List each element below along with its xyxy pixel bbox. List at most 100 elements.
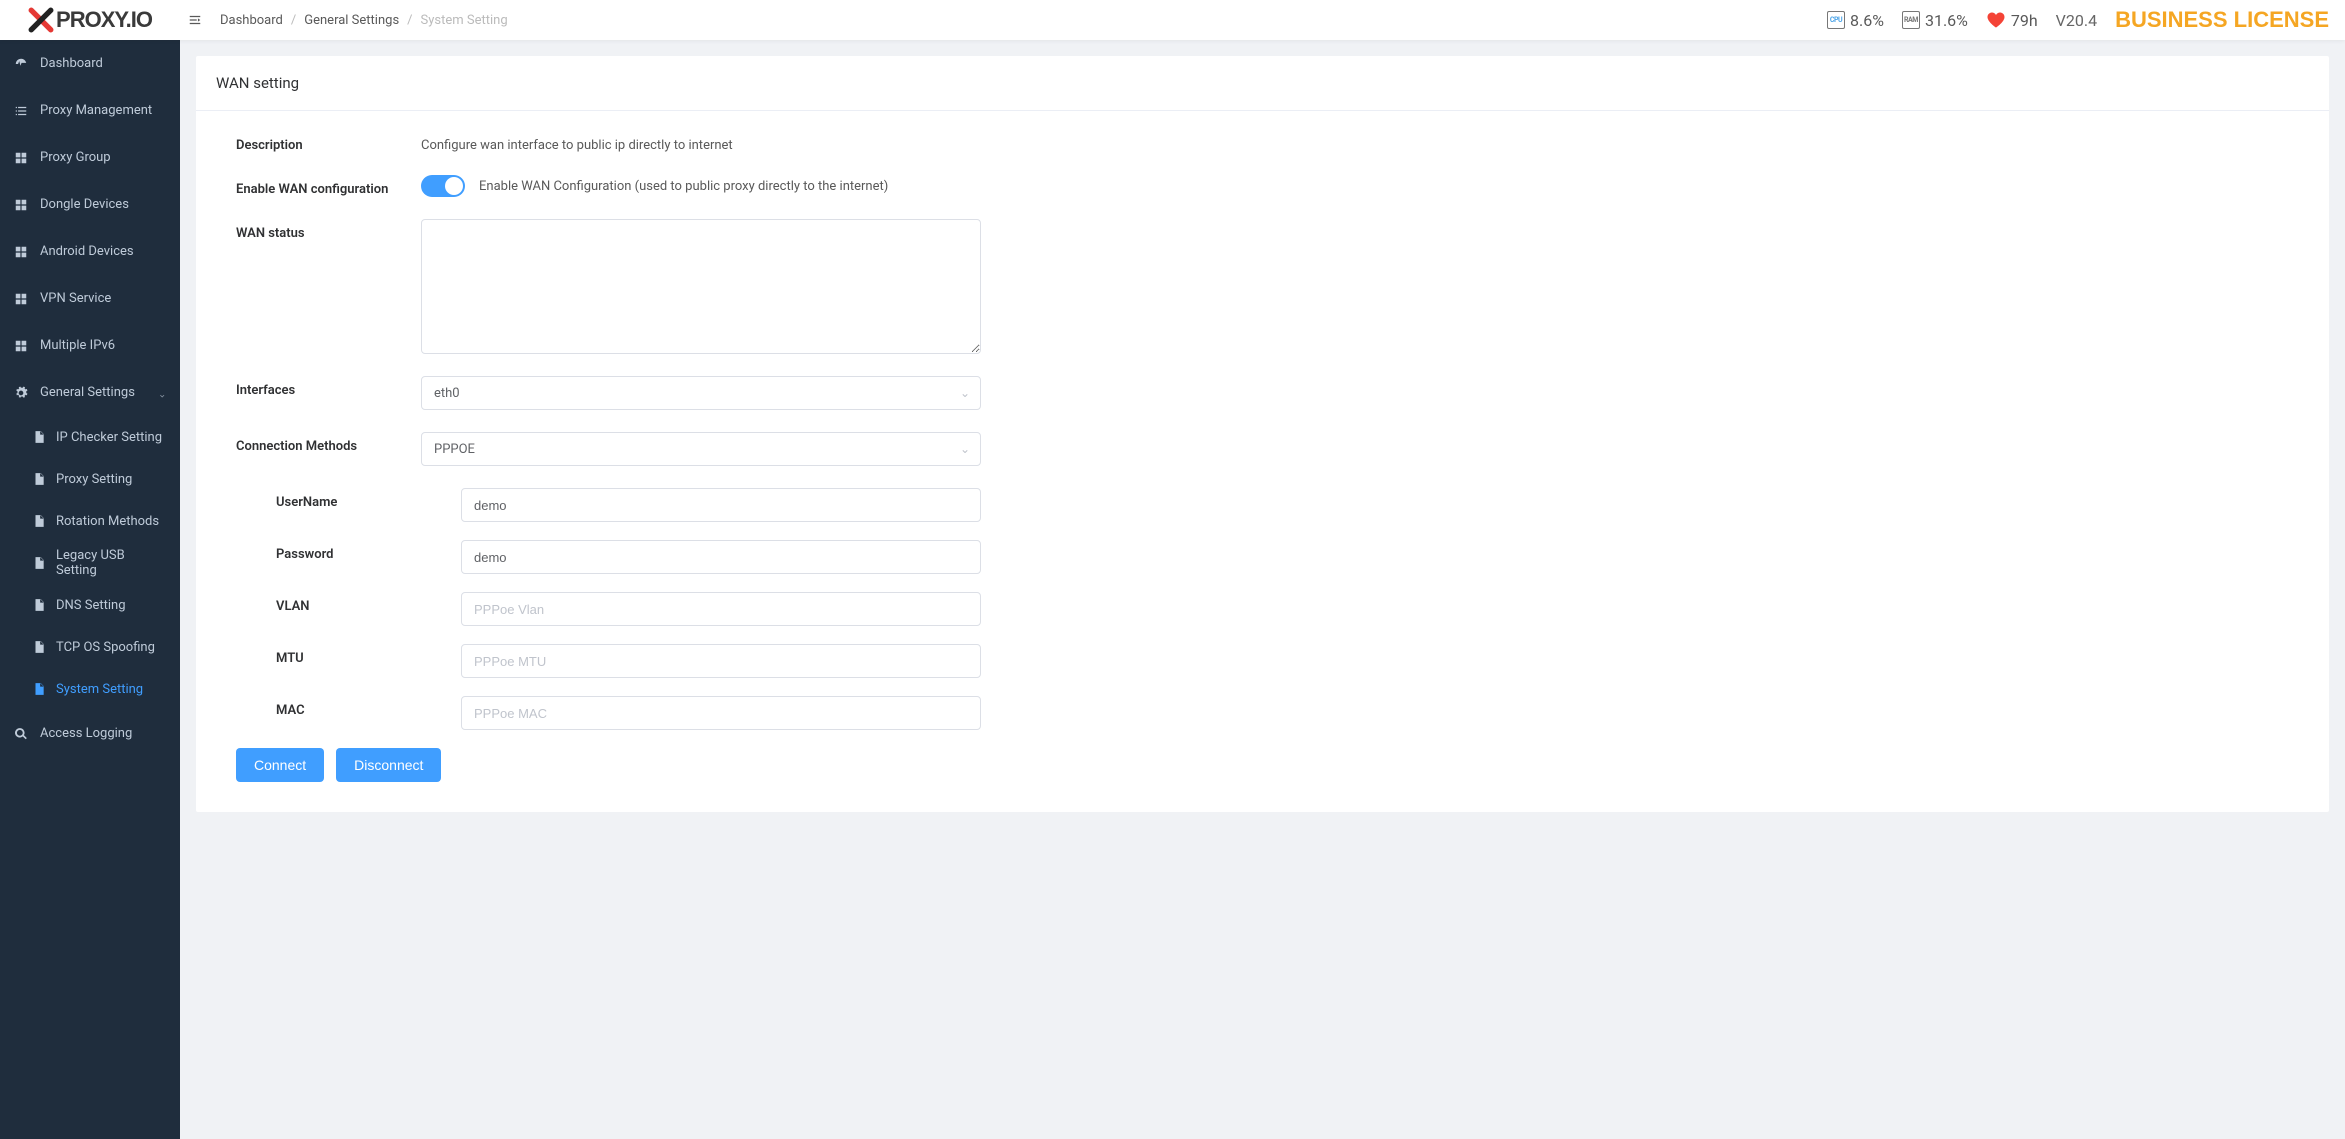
connection-method-value: PPPOE: [434, 442, 475, 457]
breadcrumb-sep: /: [407, 13, 412, 28]
file-icon: [32, 514, 46, 528]
label-password: Password: [236, 540, 421, 562]
interfaces-select[interactable]: eth0 ⌄: [421, 376, 981, 410]
file-icon: [32, 640, 46, 654]
license-badge: BUSINESS LICENSE: [2115, 7, 2329, 33]
sidebar-sub-label: DNS Setting: [56, 598, 126, 613]
chevron-down-icon: ⌄: [960, 386, 970, 400]
cpu-icon: CPU: [1827, 11, 1845, 29]
sidebar-sub-tcp-os[interactable]: TCP OS Spoofing: [0, 626, 180, 668]
password-field-wrap: [461, 540, 981, 574]
sidebar-item-access-logging[interactable]: Access Logging: [0, 710, 180, 757]
gear-icon: [14, 386, 28, 400]
sidebar-collapse-button[interactable]: [180, 0, 210, 40]
breadcrumb: Dashboard / General Settings / System Se…: [220, 13, 508, 28]
sidebar-item-proxy-group[interactable]: Proxy Group: [0, 134, 180, 181]
grid-icon: [14, 245, 28, 259]
grid-icon: [14, 198, 28, 212]
file-icon: [32, 472, 46, 486]
sidebar-sub-label: Rotation Methods: [56, 514, 159, 529]
ram-stat: RAM 31.6%: [1902, 11, 1968, 30]
hamburger-icon: [188, 13, 202, 27]
header: PROXY.IO Dashboard / General Settings / …: [0, 0, 2345, 40]
mac-input[interactable]: [474, 697, 968, 729]
breadcrumb-item-2: System Setting: [421, 13, 508, 28]
grid-icon: [14, 292, 28, 306]
sidebar-sub-label: Legacy USB Setting: [56, 548, 166, 578]
sidebar-item-general-settings[interactable]: General Settings ⌃: [0, 369, 180, 416]
sidebar: Dashboard Proxy Management Proxy Group D…: [0, 40, 180, 1139]
chevron-up-icon: ⌃: [158, 387, 166, 398]
sidebar-item-dashboard[interactable]: Dashboard: [0, 40, 180, 87]
logo-text: PROXY.IO: [56, 7, 152, 33]
vlan-field-wrap: [461, 592, 981, 626]
label-enable-wan: Enable WAN configuration: [236, 175, 421, 197]
sidebar-sub-label: System Setting: [56, 682, 143, 697]
sidebar-item-label: Multiple IPv6: [40, 338, 115, 353]
breadcrumb-sep: /: [291, 13, 296, 28]
sidebar-item-label: General Settings: [40, 385, 135, 400]
sidebar-sub-ip-checker[interactable]: IP Checker Setting: [0, 416, 180, 458]
sidebar-item-dongle-devices[interactable]: Dongle Devices: [0, 181, 180, 228]
sidebar-item-label: Proxy Group: [40, 150, 111, 165]
mtu-input[interactable]: [474, 645, 968, 677]
connect-button[interactable]: Connect: [236, 748, 324, 782]
enable-wan-text: Enable WAN Configuration (used to public…: [479, 179, 888, 194]
label-vlan: VLAN: [236, 592, 421, 614]
label-mac: MAC: [236, 696, 421, 718]
uptime-value: 79h: [2011, 11, 2038, 30]
label-interfaces: Interfaces: [236, 376, 421, 398]
username-field-wrap: [461, 488, 981, 522]
cpu-value: 8.6%: [1850, 11, 1884, 30]
connection-method-select[interactable]: PPPOE ⌄: [421, 432, 981, 466]
sidebar-sub-label: Proxy Setting: [56, 472, 132, 487]
label-connection-method: Connection Methods: [236, 432, 421, 454]
wan-status-textarea[interactable]: [421, 219, 981, 354]
file-icon: [32, 556, 46, 570]
logo-x-icon: [28, 7, 54, 33]
sidebar-sub-label: TCP OS Spoofing: [56, 640, 155, 655]
breadcrumb-item-0[interactable]: Dashboard: [220, 13, 283, 28]
file-icon: [32, 430, 46, 444]
username-input[interactable]: [474, 489, 968, 521]
chevron-down-icon: ⌄: [960, 442, 970, 456]
label-mtu: MTU: [236, 644, 421, 666]
sidebar-sub-legacy-usb[interactable]: Legacy USB Setting: [0, 542, 180, 584]
sidebar-item-label: Proxy Management: [40, 103, 152, 118]
ram-value: 31.6%: [1925, 11, 1968, 30]
sidebar-item-label: Dongle Devices: [40, 197, 129, 212]
interfaces-value: eth0: [434, 386, 460, 401]
vlan-input[interactable]: [474, 593, 968, 625]
label-wan-status: WAN status: [236, 219, 421, 241]
mtu-field-wrap: [461, 644, 981, 678]
uptime-stat: 79h: [1986, 10, 2038, 30]
file-icon: [32, 682, 46, 696]
sidebar-sub-rotation[interactable]: Rotation Methods: [0, 500, 180, 542]
list-icon: [14, 104, 28, 118]
breadcrumb-item-1[interactable]: General Settings: [304, 13, 399, 28]
label-username: UserName: [236, 488, 421, 510]
password-input[interactable]: [474, 541, 968, 573]
enable-wan-toggle[interactable]: [421, 175, 465, 197]
sidebar-sub-dns[interactable]: DNS Setting: [0, 584, 180, 626]
sidebar-item-label: VPN Service: [40, 291, 111, 306]
sidebar-sub-proxy-setting[interactable]: Proxy Setting: [0, 458, 180, 500]
label-description: Description: [236, 131, 421, 153]
sidebar-item-proxy-management[interactable]: Proxy Management: [0, 87, 180, 134]
sidebar-item-label: Android Devices: [40, 244, 134, 259]
sidebar-sub-system-setting[interactable]: System Setting: [0, 668, 180, 710]
ram-icon: RAM: [1902, 11, 1920, 29]
description-text: Configure wan interface to public ip dir…: [421, 131, 981, 153]
header-right: CPU 8.6% RAM 31.6% 79h V20.4 BUSINESS LI…: [1827, 7, 2345, 33]
sidebar-sub-label: IP Checker Setting: [56, 430, 162, 445]
logo[interactable]: PROXY.IO: [0, 0, 180, 40]
sidebar-item-multiple-ipv6[interactable]: Multiple IPv6: [0, 322, 180, 369]
sidebar-item-android-devices[interactable]: Android Devices: [0, 228, 180, 275]
dashboard-icon: [14, 57, 28, 71]
sidebar-item-vpn-service[interactable]: VPN Service: [0, 275, 180, 322]
main: WAN setting Description Configure wan in…: [180, 40, 2345, 828]
disconnect-button[interactable]: Disconnect: [336, 748, 441, 782]
grid-icon: [14, 339, 28, 353]
wan-setting-card: WAN setting Description Configure wan in…: [196, 56, 2329, 812]
grid-icon: [14, 151, 28, 165]
